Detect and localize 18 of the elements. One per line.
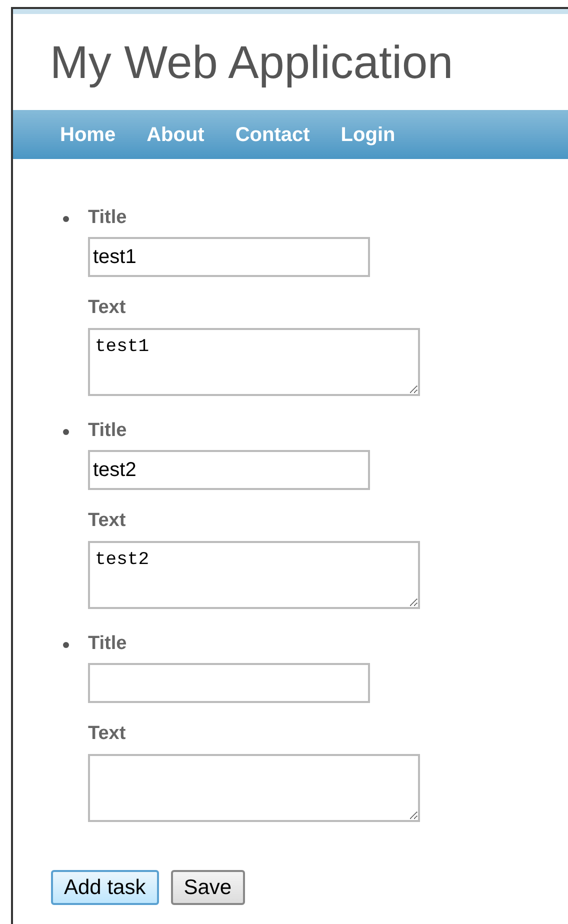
bullet-icon — [63, 216, 69, 222]
text-label: Text — [88, 723, 126, 745]
text-area[interactable]: test2 — [88, 541, 420, 609]
text-label: Text — [88, 510, 126, 532]
button[interactable]: Add task — [51, 870, 159, 905]
title-input[interactable]: test2 — [88, 450, 370, 490]
text-area[interactable] — [88, 754, 420, 822]
title-label: Title — [88, 633, 127, 655]
title-label: Title — [88, 207, 127, 229]
bullet-icon — [63, 642, 69, 648]
bullet-icon — [63, 429, 69, 435]
title-input[interactable] — [88, 663, 370, 703]
title-label: Title — [88, 420, 127, 442]
text-area[interactable]: test1 — [88, 328, 420, 396]
site-title: My Web Application — [50, 39, 454, 85]
title-input[interactable]: test1 — [88, 237, 370, 277]
button[interactable]: Save — [170, 870, 245, 905]
text-label: Text — [88, 297, 126, 319]
